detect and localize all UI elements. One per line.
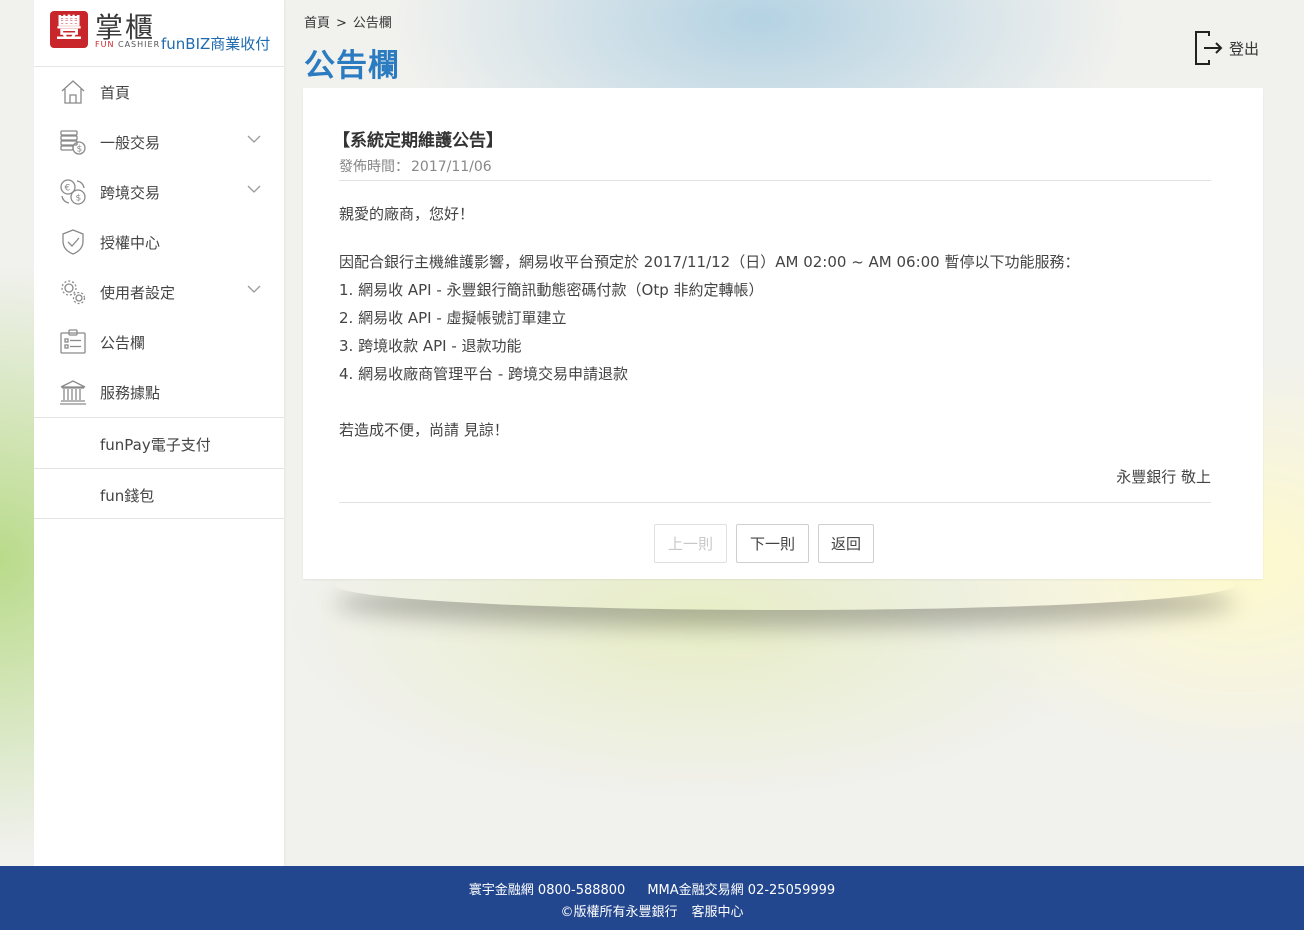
clipboard-icon bbox=[60, 329, 86, 354]
sidebar-menu: 首頁 $ 一般交易 € $ 跨境交易 授權中心 使用者設定 公告欄 服務據點 bbox=[34, 67, 284, 417]
logout-icon bbox=[1195, 31, 1223, 65]
sidebar: 豐 掌櫃 FUN CASHIER funBIZ商業收付 首頁 $ 一般交易 € … bbox=[34, 0, 284, 866]
logo-en-suffix: CASHIER bbox=[118, 40, 161, 49]
footer: 寰宇金融網 0800-588800 MMA金融交易網 02-25059999 ©版… bbox=[0, 866, 1304, 930]
divider bbox=[339, 502, 1211, 503]
announcement-date: 發佈時間： 2017/11/06 bbox=[339, 156, 492, 176]
announcement-item: 1. 網易收 API - 永豐銀行簡訊動態密碼付款（Otp 非約定轉帳） bbox=[339, 281, 764, 299]
sidebar-item-label: 授權中心 bbox=[100, 234, 161, 252]
breadcrumb: 首頁 > 公告欄 bbox=[304, 12, 392, 31]
product-name: funBIZ商業收付 bbox=[161, 35, 271, 53]
sidebar-item-label: 跨境交易 bbox=[100, 184, 161, 202]
sidebar-item-authorization[interactable]: 授權中心 bbox=[34, 217, 284, 267]
pagination-buttons: 上一則 下一則 返回 bbox=[654, 524, 874, 563]
back-button[interactable]: 返回 bbox=[818, 524, 874, 563]
footer-copyright-row: ©版權所有永豐銀行 客服中心 bbox=[0, 901, 1304, 920]
chevron-down-icon[interactable] bbox=[247, 134, 261, 144]
breadcrumb-separator: > bbox=[336, 16, 347, 31]
chevron-down-icon[interactable] bbox=[247, 284, 261, 294]
sidebar-item-user-settings[interactable]: 使用者設定 bbox=[34, 267, 284, 317]
svg-text:$: $ bbox=[76, 194, 82, 204]
announcement-card: 【系統定期維護公告】 發佈時間： 2017/11/06 親愛的廠商，您好！ 因配合… bbox=[303, 88, 1263, 579]
sidebar-link-fun-wallet[interactable]: fun錢包 bbox=[34, 468, 284, 519]
sidebar-link-funpay[interactable]: funPay電子支付 bbox=[34, 417, 284, 468]
logo[interactable]: 豐 掌櫃 FUN CASHIER funBIZ商業收付 bbox=[34, 0, 284, 67]
page-title: 公告欄 bbox=[304, 48, 400, 84]
gears-icon bbox=[61, 280, 86, 305]
sidebar-item-bulletin[interactable]: 公告欄 bbox=[34, 317, 284, 367]
home-icon bbox=[61, 80, 85, 104]
svg-text:$: $ bbox=[77, 145, 83, 155]
logo-name-en: FUN CASHIER bbox=[95, 40, 160, 49]
logo-en-prefix: FUN bbox=[95, 40, 115, 49]
sidebar-link-label: fun錢包 bbox=[100, 487, 155, 505]
announcement-closing: 若造成不便，尚請 見諒！ bbox=[339, 421, 509, 439]
next-button[interactable]: 下一則 bbox=[736, 524, 809, 563]
sidebar-item-label: 首頁 bbox=[100, 84, 131, 102]
announcement-date-label: 發佈時間： bbox=[339, 159, 409, 175]
shield-check-icon bbox=[62, 229, 84, 255]
logout-label: 登出 bbox=[1229, 39, 1260, 58]
divider bbox=[339, 180, 1211, 181]
announcement-signature: 永豐銀行 敬上 bbox=[1116, 468, 1211, 486]
footer-hotline[interactable]: MMA金融交易網 02-25059999 bbox=[647, 883, 835, 898]
breadcrumb-home[interactable]: 首頁 bbox=[304, 16, 330, 31]
footer-hotline[interactable]: 寰宇金融網 0800-588800 bbox=[469, 883, 626, 898]
footer-service-link[interactable]: 客服中心 bbox=[692, 905, 744, 920]
breadcrumb-current: 公告欄 bbox=[352, 16, 392, 31]
announcement-item: 2. 網易收 API - 虛擬帳號訂單建立 bbox=[339, 309, 567, 327]
prev-button[interactable]: 上一則 bbox=[654, 524, 727, 563]
sidebar-item-cross-border[interactable]: € $ 跨境交易 bbox=[34, 167, 284, 217]
announcement-item: 4. 網易收廠商管理平台 - 跨境交易申請退款 bbox=[339, 365, 629, 383]
coins-dollar-icon: $ bbox=[60, 130, 86, 155]
currency-exchange-icon: € $ bbox=[60, 179, 86, 205]
footer-copyright: ©版權所有永豐銀行 bbox=[560, 905, 678, 920]
sidebar-item-label: 公告欄 bbox=[100, 334, 146, 352]
chevron-down-icon[interactable] bbox=[247, 184, 261, 194]
sidebar-item-general-trade[interactable]: $ 一般交易 bbox=[34, 117, 284, 167]
logout-button[interactable]: 登出 bbox=[1194, 30, 1259, 66]
sidebar-link-label: funPay電子支付 bbox=[100, 436, 211, 454]
announcement-greeting: 親愛的廠商，您好！ bbox=[339, 205, 475, 223]
sidebar-item-home[interactable]: 首頁 bbox=[34, 67, 284, 117]
sidebar-item-label: 使用者設定 bbox=[100, 284, 176, 302]
bank-icon bbox=[60, 380, 86, 405]
announcement-item: 3. 跨境收款 API - 退款功能 bbox=[339, 337, 522, 355]
sidebar-item-service-points[interactable]: 服務據點 bbox=[34, 367, 284, 417]
sidebar-item-label: 服務據點 bbox=[100, 384, 161, 402]
sidebar-extra-links: funPay電子支付 fun錢包 bbox=[34, 417, 284, 519]
logo-mark-icon: 豐 bbox=[50, 11, 88, 48]
announcement-body: 親愛的廠商，您好！ 因配合銀行主機維護影響，網易收平台預定於 2017/11/1… bbox=[339, 200, 1080, 444]
svg-text:€: € bbox=[65, 184, 71, 194]
announcement-date-value: 2017/11/06 bbox=[411, 159, 492, 175]
announcement-title: 【系統定期維護公告】 bbox=[333, 131, 503, 151]
footer-hotlines: 寰宇金融網 0800-588800 MMA金融交易網 02-25059999 bbox=[0, 879, 1304, 898]
announcement-intro: 因配合銀行主機維護影響，網易收平台預定於 2017/11/12（日）AM 02:… bbox=[339, 253, 1080, 271]
sidebar-item-label: 一般交易 bbox=[100, 134, 161, 152]
